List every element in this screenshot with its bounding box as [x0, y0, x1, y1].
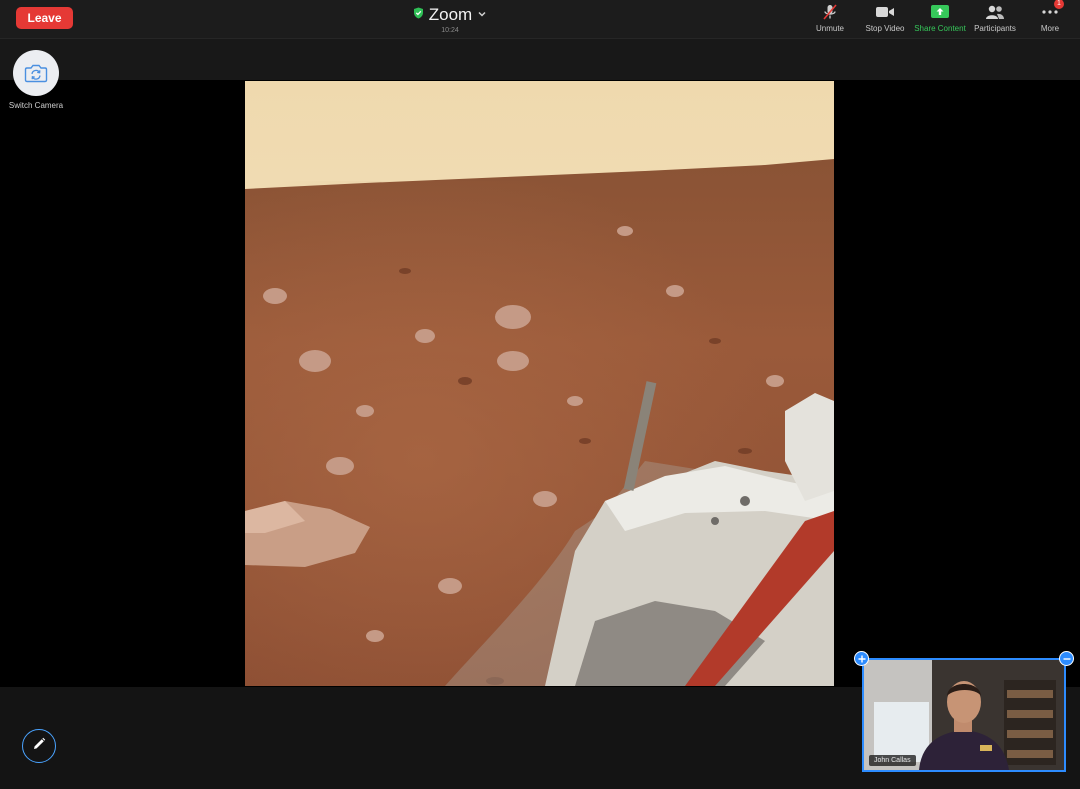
more-button[interactable]: 1 More	[1020, 0, 1080, 36]
more-icon	[1020, 2, 1080, 22]
share-screen-icon	[910, 2, 970, 22]
annotate-button[interactable]	[22, 729, 56, 763]
pencil-icon	[31, 736, 47, 757]
meeting-toolbar: Unmute Stop Video Share Content Particip…	[800, 0, 1080, 36]
participants-label: Participants	[974, 24, 1016, 33]
switch-camera-button[interactable]: Switch Camera	[8, 50, 64, 110]
top-bar: Leave Zoom 10:24 Unmute Stop Video Share…	[0, 0, 1080, 39]
stop-video-label: Stop Video	[865, 24, 905, 33]
more-label: More	[1040, 24, 1060, 33]
participants-icon	[965, 2, 1025, 22]
participants-button[interactable]: Participants	[965, 2, 1025, 36]
toolbar-band	[0, 39, 1080, 80]
plus-icon	[858, 650, 866, 668]
meeting-title: Zoom	[428, 5, 473, 24]
shield-icon	[413, 6, 424, 24]
stop-video-button[interactable]: Stop Video	[855, 2, 915, 36]
camera-switch-icon	[13, 50, 59, 96]
video-camera-icon	[855, 2, 915, 22]
unmute-label: Unmute	[815, 24, 844, 33]
leave-button[interactable]: Leave	[16, 7, 73, 29]
meeting-info[interactable]: Zoom 10:24	[390, 4, 510, 34]
mic-muted-icon	[800, 2, 860, 22]
shared-screen-image	[245, 81, 834, 686]
minimize-video-button[interactable]	[1059, 651, 1074, 666]
share-content-label: Share Content	[914, 24, 966, 33]
participant-name: John Callas	[869, 755, 916, 766]
unmute-button[interactable]: Unmute	[800, 2, 860, 36]
expand-video-button[interactable]	[854, 651, 869, 666]
chevron-down-icon[interactable]	[477, 6, 487, 24]
self-view-video[interactable]: John Callas	[862, 658, 1066, 772]
switch-camera-label: Switch Camera	[8, 101, 64, 110]
meeting-timer: 10:24	[441, 27, 459, 34]
share-content-button[interactable]: Share Content	[910, 2, 970, 36]
minus-icon	[1063, 650, 1071, 668]
zoom-meeting-window: Leave Zoom 10:24 Unmute Stop Video Share…	[0, 0, 1080, 789]
